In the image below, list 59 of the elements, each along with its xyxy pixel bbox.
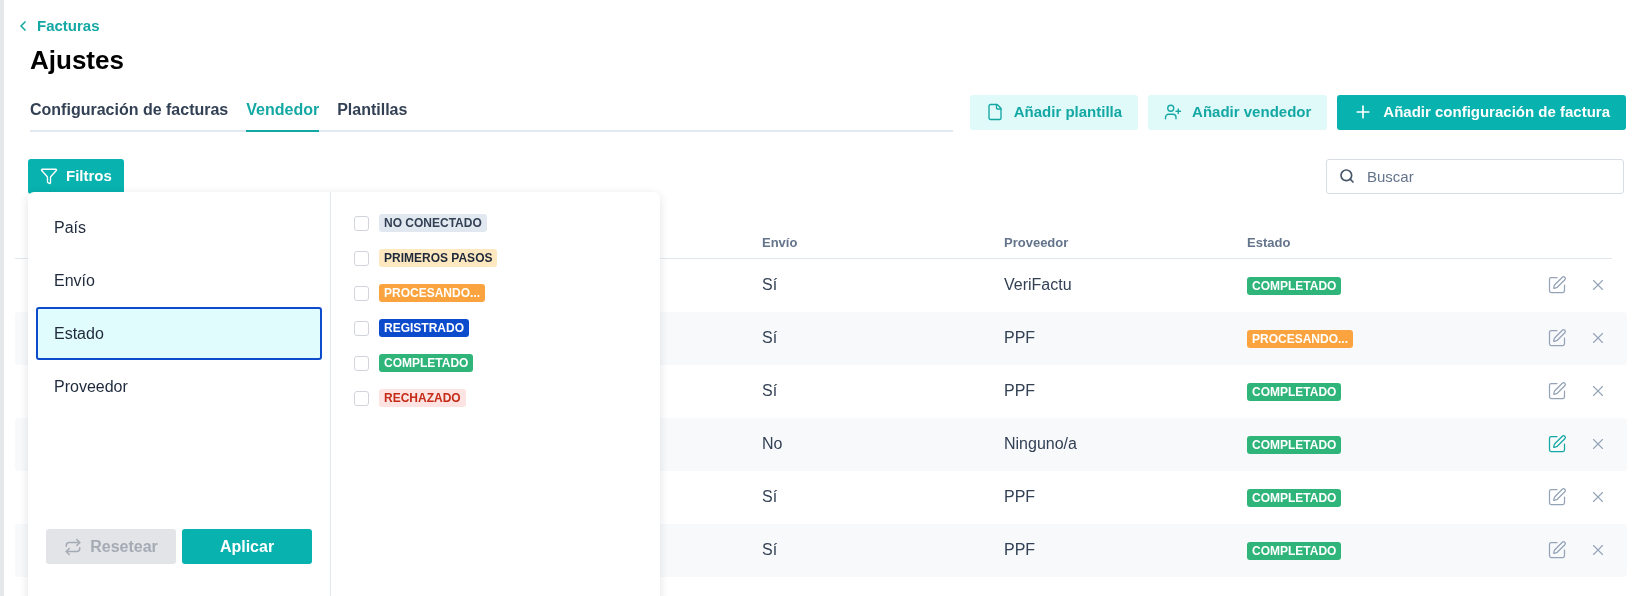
column-header: Proveedor	[1004, 233, 1069, 252]
status-badge: COMPLETADO	[1247, 489, 1342, 507]
status-badge: COMPLETADO	[1247, 277, 1342, 295]
filter-category[interactable]: País	[36, 201, 322, 254]
search-field[interactable]: Buscar	[1326, 158, 1624, 194]
status-badge: COMPLETADO	[1247, 436, 1342, 454]
column-header: Envío	[762, 233, 798, 252]
add-button[interactable]: Añadir plantilla	[969, 94, 1139, 130]
edit-icon[interactable]	[1547, 328, 1567, 348]
table-cell-text: Sí	[762, 487, 778, 507]
table-cell-text: PPF	[1004, 487, 1036, 507]
apply-button[interactable]: Aplicar	[182, 529, 312, 564]
table-cell-text: VeriFactu	[1004, 275, 1072, 295]
tab[interactable]: Plantillas	[337, 97, 408, 132]
repeat-icon	[64, 537, 83, 556]
column-header: Estado	[1247, 233, 1291, 252]
filter-category[interactable]: Envío	[36, 254, 322, 307]
status-badge: PROCESANDO...	[1247, 330, 1353, 348]
edit-icon[interactable]	[1547, 434, 1567, 454]
checkbox[interactable]	[354, 320, 369, 336]
page-title: Ajustes	[30, 43, 125, 76]
edit-icon[interactable]	[1547, 540, 1567, 560]
checkbox[interactable]	[354, 390, 369, 406]
status-badge: NO CONECTADO	[379, 214, 487, 232]
status-badge: PRIMEROS PASOS	[379, 249, 498, 267]
tab[interactable]: Configuración de facturas	[30, 97, 229, 132]
checkbox[interactable]	[354, 355, 369, 371]
checkbox[interactable]	[354, 250, 369, 266]
edit-icon[interactable]	[1547, 381, 1567, 401]
checkbox[interactable]	[354, 215, 369, 231]
back-link[interactable]: Facturas	[15, 15, 1646, 38]
filter-icon	[40, 167, 58, 185]
table-cell-text: PPF	[1004, 328, 1036, 348]
table-cell-text: No	[762, 434, 783, 454]
table-cell-text: Sí	[762, 540, 778, 560]
add-user-icon	[1164, 103, 1183, 121]
table-cell-text: Sí	[762, 275, 778, 295]
document-icon	[985, 103, 1004, 121]
filter-category[interactable]: Proveedor	[36, 360, 322, 413]
filter-button[interactable]: Filtros	[28, 158, 124, 194]
edit-icon[interactable]	[1547, 487, 1567, 507]
add-button[interactable]: Añadir vendedor	[1148, 94, 1328, 130]
tab[interactable]: Vendedor	[246, 97, 320, 132]
status-badge: COMPLETADO	[1247, 542, 1342, 560]
search-icon	[1339, 167, 1355, 184]
status-badge: PROCESANDO...	[379, 284, 485, 302]
add-button[interactable]: Añadir configuración de factura	[1337, 94, 1626, 130]
status-badge: REGISTRADO	[379, 319, 469, 337]
edit-icon[interactable]	[1547, 275, 1567, 295]
table-cell-text: PPF	[1004, 381, 1036, 401]
status-badge: COMPLETADO	[1247, 383, 1342, 401]
status-badge: RECHAZADO	[379, 389, 466, 407]
checkbox[interactable]	[354, 285, 369, 301]
table-cell-text: Ninguno/a	[1004, 434, 1077, 454]
table-cell-text: Sí	[762, 381, 778, 401]
filter-category[interactable]: Estado	[36, 307, 322, 360]
status-badge: COMPLETADO	[379, 354, 474, 372]
table-cell-text: Sí	[762, 328, 778, 348]
table-cell-text: PPF	[1004, 540, 1036, 560]
